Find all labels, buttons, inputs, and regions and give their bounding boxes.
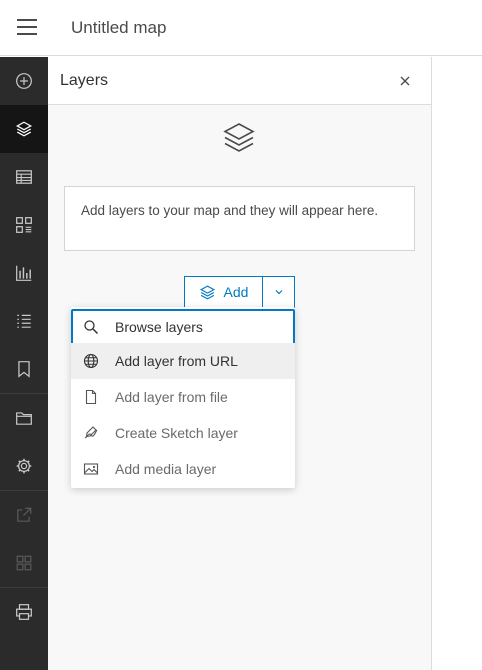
charts-icon [16, 265, 32, 281]
rail-print-button[interactable] [0, 588, 48, 636]
bookmark-icon [18, 361, 30, 378]
share-icon [17, 507, 32, 522]
rail-open-button[interactable] [0, 394, 48, 442]
list-icon [17, 314, 31, 328]
add-layers-menu: Browse layers Add layer from URL Add lay… [71, 307, 295, 488]
rail-settings-button[interactable] [0, 442, 48, 490]
sketch-icon [84, 426, 98, 439]
menu-item-browse-layers[interactable]: Browse layers [71, 309, 295, 345]
rail-layers-button[interactable] [0, 105, 48, 153]
chevron-down-icon [275, 290, 282, 295]
left-toolbar [0, 57, 48, 670]
menu-item-label: Add layer from URL [115, 353, 238, 369]
rail-create-app-button[interactable] [0, 539, 48, 587]
menu-item-add-layer-from-file[interactable]: Add layer from file [71, 379, 295, 415]
search-icon [84, 320, 99, 335]
menu-item-create-sketch-layer[interactable]: Create Sketch layer [71, 415, 295, 451]
top-header: Untitled map [0, 0, 482, 56]
rail-share-button[interactable] [0, 491, 48, 539]
menu-item-add-media-layer[interactable]: Add media layer [71, 451, 295, 487]
add-circle-icon [16, 73, 32, 89]
menu-item-label: Create Sketch layer [115, 425, 238, 441]
menu-item-label: Browse layers [115, 319, 203, 335]
folder-icon [16, 412, 32, 425]
panel-header: Layers [48, 57, 431, 105]
add-button[interactable]: Add [184, 276, 263, 308]
table-icon [16, 170, 32, 184]
layers-icon [15, 121, 33, 137]
rail-properties-button[interactable] [0, 297, 48, 345]
globe-icon [83, 353, 99, 369]
layers-icon [199, 284, 215, 300]
empty-layers-message: Add layers to your map and they will app… [64, 186, 415, 251]
image-icon [83, 463, 99, 475]
gear-icon [16, 458, 32, 474]
rail-bookmarks-button[interactable] [0, 345, 48, 393]
legend-icon [16, 217, 32, 233]
close-icon[interactable] [398, 74, 412, 88]
add-button-label: Add [223, 284, 249, 300]
rail-tables-button[interactable] [0, 153, 48, 201]
layers-icon [223, 123, 255, 152]
rail-legend-button[interactable] [0, 201, 48, 249]
menu-item-label: Add layer from file [115, 389, 228, 405]
rail-charts-button[interactable] [0, 249, 48, 297]
add-dropdown-toggle[interactable] [263, 276, 295, 308]
panel-title: Layers [60, 72, 109, 89]
apps-icon [16, 555, 32, 571]
rail-add-button[interactable] [0, 57, 48, 105]
menu-item-label: Add media layer [115, 461, 217, 477]
map-title[interactable]: Untitled map [71, 18, 166, 38]
file-icon [85, 389, 97, 405]
hamburger-menu-icon[interactable] [17, 18, 37, 36]
add-split-button: Add [184, 276, 295, 308]
print-icon [16, 604, 32, 620]
menu-item-add-layer-from-url[interactable]: Add layer from URL [71, 343, 295, 379]
